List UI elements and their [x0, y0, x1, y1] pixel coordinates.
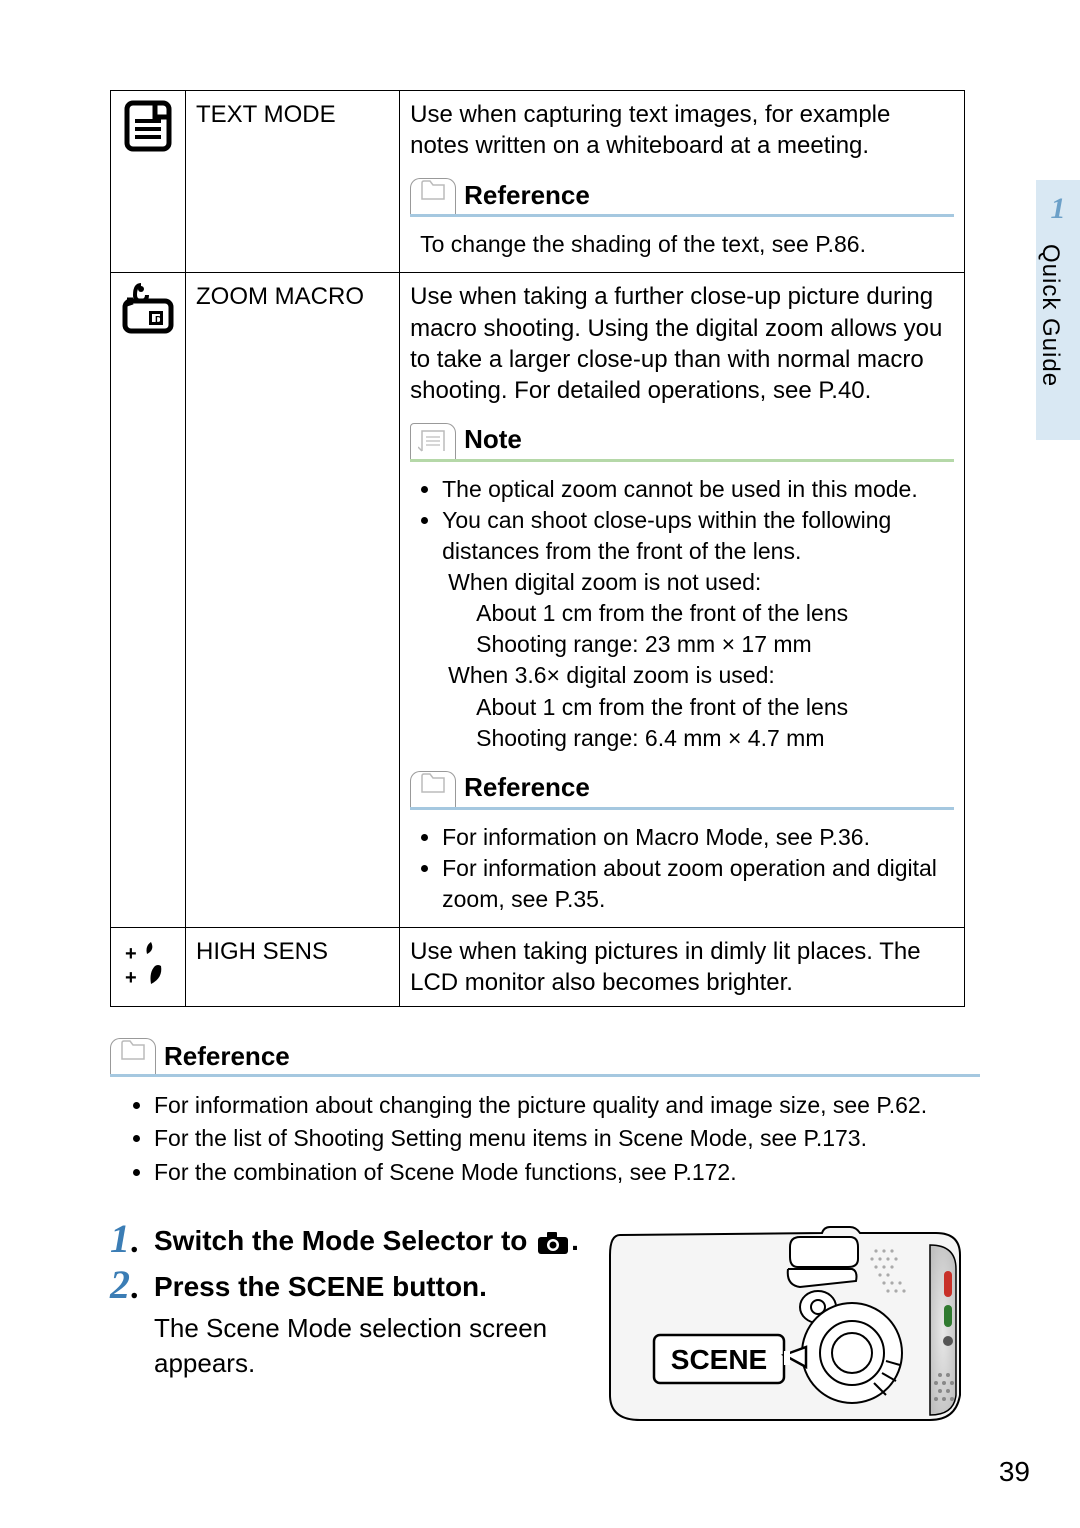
note-label: Note: [458, 421, 522, 459]
macro-zoom-icon: D: [121, 281, 175, 335]
scene-callout-label: SCENE: [671, 1344, 767, 1375]
reference-heading: Reference: [410, 770, 954, 810]
reference-heading: Reference: [110, 1037, 980, 1077]
zoom-macro-desc-cell: Use when taking a further close-up pictu…: [400, 273, 965, 927]
step-1-title-post: .: [571, 1225, 579, 1256]
zoom-macro-icon-cell: D: [111, 273, 186, 927]
note-item: You can shoot close-ups within the follo…: [442, 505, 954, 567]
note-detail-line: About 1 cm from the front of the lens: [476, 598, 954, 629]
high-sens-icon: + +: [121, 936, 175, 990]
side-chapter-label: Quick Guide: [1036, 244, 1064, 387]
high-sens-name: HIGH SENS: [186, 927, 400, 1006]
note-detail-line: About 1 cm from the front of the lens: [476, 692, 954, 723]
ref-item: For information on Macro Mode, see P.36.: [442, 822, 954, 853]
step-number: 1.: [110, 1219, 154, 1259]
note-detail-line: When 3.6× digital zoom is used:: [448, 660, 954, 691]
page-ref-item: For the list of Shooting Setting menu it…: [154, 1122, 980, 1155]
reference-label: Reference: [158, 1039, 290, 1074]
svg-text:+: +: [125, 967, 137, 989]
folder-tab-icon: [110, 1038, 156, 1074]
folder-tab-icon: [410, 771, 456, 807]
ref-item: For information about zoom operation and…: [442, 853, 954, 915]
step-number: 2.: [110, 1265, 154, 1305]
reference-heading: Reference: [410, 177, 954, 217]
zoom-macro-ref-block: For information on Macro Mode, see P.36.…: [420, 822, 954, 915]
camera-icon: [537, 1231, 569, 1255]
side-chapter-number: 1: [1036, 192, 1080, 226]
text-mode-ref-body: To change the shading of the text, see P…: [420, 229, 954, 260]
note-detail-line: Shooting range: 23 mm × 17 mm: [476, 629, 954, 660]
page-ref-item: For the combination of Scene Mode functi…: [154, 1156, 980, 1189]
page-reference-section: Reference For information about changing…: [110, 1037, 980, 1189]
zoom-macro-note-block: The optical zoom cannot be used in this …: [420, 474, 954, 753]
note-detail-line: When digital zoom is not used:: [448, 567, 954, 598]
high-sens-icon-cell: + +: [111, 927, 186, 1006]
zoom-macro-desc: Use when taking a further close-up pictu…: [410, 281, 954, 406]
camera-illustration: SCENE: [600, 1225, 968, 1425]
zoom-macro-name: ZOOM MACRO: [186, 273, 400, 927]
text-mode-icon-cell: [111, 91, 186, 273]
note-item: The optical zoom cannot be used in this …: [442, 474, 954, 505]
text-mode-name: TEXT MODE: [186, 91, 400, 273]
page-ref-item: For information about changing the pictu…: [154, 1089, 980, 1122]
step-1-title-pre: Switch the Mode Selector to: [154, 1225, 535, 1256]
reference-label: Reference: [458, 177, 590, 215]
reference-label: Reference: [458, 769, 590, 807]
text-document-icon: [121, 99, 175, 153]
svg-text:+: +: [125, 943, 137, 965]
step-2-sub: The Scene Mode selection screen appears.: [154, 1311, 574, 1381]
page-number: 39: [999, 1456, 1030, 1488]
note-detail-line: Shooting range: 6.4 mm × 4.7 mm: [476, 723, 954, 754]
note-heading: Note: [410, 422, 954, 462]
svg-text:D: D: [155, 315, 162, 326]
scene-mode-table: TEXT MODE Use when capturing text images…: [110, 90, 965, 1007]
text-mode-desc: Use when capturing text images, for exam…: [410, 99, 954, 161]
notepad-icon: [410, 423, 456, 459]
folder-tab-icon: [410, 178, 456, 214]
high-sens-desc: Use when taking pictures in dimly lit pl…: [400, 927, 965, 1006]
side-tab: 1 Quick Guide: [1036, 180, 1080, 440]
text-mode-desc-cell: Use when capturing text images, for exam…: [400, 91, 965, 273]
